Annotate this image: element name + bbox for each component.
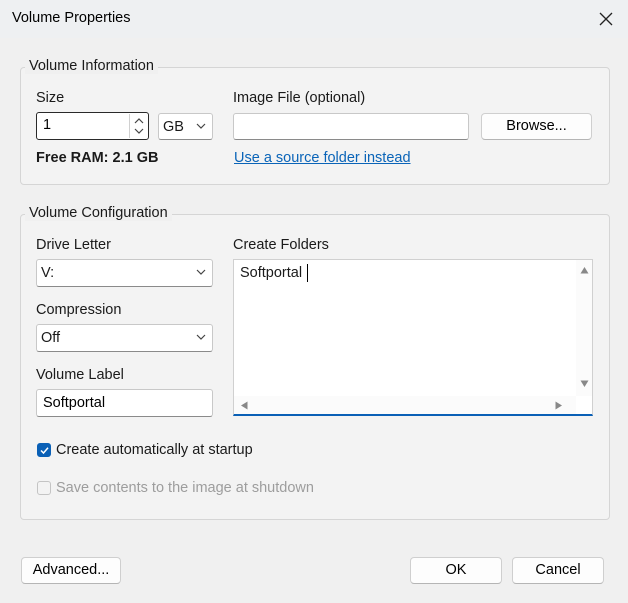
create-folders-text: Softportal [240, 265, 303, 281]
free-ram-text: Free RAM: 2.1 GB [36, 150, 159, 166]
spin-down-icon[interactable] [134, 128, 144, 135]
size-value: 1 [43, 117, 52, 133]
chevron-down-icon [196, 334, 206, 340]
chevron-down-icon [196, 269, 206, 275]
save-contents-label: Save contents to the image at shutdown [56, 480, 314, 496]
save-contents-checkbox [37, 481, 51, 495]
advanced-button[interactable]: Advanced... [21, 557, 121, 584]
vertical-scrollbar[interactable] [576, 260, 592, 396]
scroll-up-icon[interactable] [580, 266, 589, 274]
image-file-label: Image File (optional) [233, 90, 366, 106]
compression-label: Compression [36, 302, 122, 318]
auto-create-label[interactable]: Create automatically at startup [56, 442, 253, 458]
compression-value: Off [41, 330, 61, 346]
volume-label-label: Volume Label [36, 367, 124, 383]
size-unit-value: GB [163, 119, 184, 135]
image-file-input[interactable] [233, 113, 469, 140]
scroll-right-icon[interactable] [555, 401, 563, 410]
size-unit-select[interactable]: GB [158, 113, 213, 140]
auto-create-checkbox[interactable] [37, 443, 51, 457]
cancel-button[interactable]: Cancel [512, 557, 604, 584]
text-caret [307, 264, 308, 282]
volume-configuration-legend: Volume Configuration [25, 205, 172, 221]
checkbox-box [37, 481, 51, 495]
drive-letter-value: V: [41, 265, 55, 281]
compression-select[interactable]: Off [36, 324, 213, 352]
ok-button[interactable]: OK [410, 557, 502, 584]
browse-button[interactable]: Browse... [481, 113, 592, 140]
checkbox-box[interactable] [37, 443, 51, 457]
create-folders-label: Create Folders [233, 237, 329, 253]
size-label: Size [36, 90, 65, 106]
volume-information-legend: Volume Information [25, 58, 158, 74]
horizontal-scrollbar[interactable] [234, 396, 576, 414]
checkmark-icon [40, 447, 49, 455]
spin-up-icon[interactable] [134, 117, 144, 124]
scroll-down-icon[interactable] [580, 380, 589, 388]
window-title: Volume Properties [12, 10, 131, 26]
create-folders-textarea[interactable]: Softportal [233, 259, 593, 416]
drive-letter-label: Drive Letter [36, 237, 111, 253]
size-spinner[interactable] [129, 114, 148, 138]
drive-letter-select[interactable]: V: [36, 259, 213, 287]
chevron-down-icon [196, 123, 206, 129]
close-icon[interactable] [596, 9, 616, 29]
volume-label-input[interactable] [36, 389, 213, 417]
source-folder-link[interactable]: Use a source folder instead [234, 150, 411, 166]
scroll-left-icon[interactable] [240, 401, 248, 410]
